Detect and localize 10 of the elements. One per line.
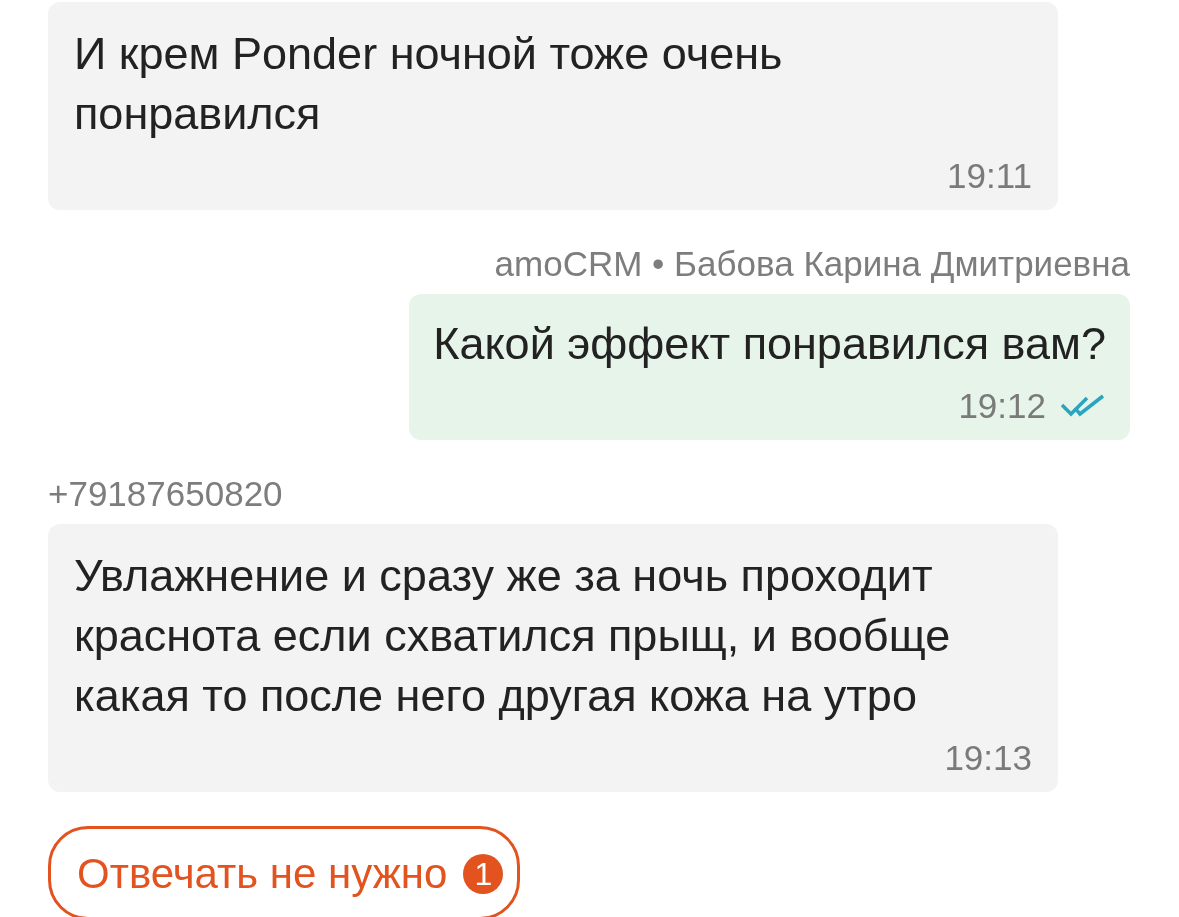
- sender-name: +79187650820: [48, 474, 283, 514]
- count-badge: 1: [463, 854, 504, 894]
- message-text: Увлажнение и сразу же за ночь проходит краснота если схватился прыщ, и вообще какая то после него другая кожа на утро: [74, 549, 952, 723]
- message-text: Какой эффект понравился вам?: [433, 317, 1106, 371]
- message-time: 19:13: [944, 738, 1032, 778]
- message-time: 19:12: [958, 386, 1046, 426]
- message-time: 19:11: [947, 156, 1032, 196]
- sender-name: amoCRM • Бабова Карина Дмитриевна: [494, 244, 1130, 284]
- no-reply-needed-button[interactable]: Отвечать не нужно 1: [48, 826, 521, 917]
- message-text: И крем Ponder ночной тоже очень понравился: [74, 27, 784, 141]
